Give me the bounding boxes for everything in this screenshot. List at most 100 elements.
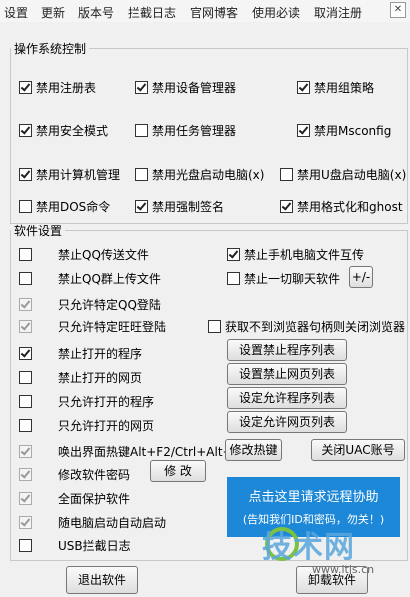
os-checkbox-2[interactable]: 禁用组策略 (297, 79, 374, 96)
checkbox-empty-icon[interactable] (208, 320, 221, 333)
set-allow-programs-button[interactable]: 设定允许程序列表 (227, 387, 347, 409)
sw-checkbox-label: 全面保护软件 (58, 492, 131, 506)
checkbox-empty-icon[interactable] (19, 395, 32, 408)
close-icon[interactable]: ✕ (390, 2, 406, 18)
os-checkbox-label: 禁用计算机管理 (36, 168, 121, 182)
sw-checkbox-13: 全面保护软件 (19, 490, 130, 507)
checkbox-checked-icon[interactable] (297, 124, 310, 137)
sw-checkbox-9[interactable]: 只允许打开的程序 (19, 393, 154, 410)
os-checkbox-label: 禁用Msconfig (314, 124, 392, 138)
menu-unregister[interactable]: 取消注册 (314, 4, 362, 21)
os-checkbox-4[interactable]: 禁用任务管理器 (135, 122, 236, 139)
checkbox-empty-icon[interactable] (19, 248, 32, 261)
menu-bar: 设置 更新 版本号 拦截日志 官网博客 使用必读 取消注册 ✕ (0, 0, 410, 22)
checkbox-checked-icon (19, 445, 32, 458)
sw-checkbox-label: 禁止打开的网页 (58, 371, 143, 385)
os-checkbox-11[interactable]: 禁用格式化和ghost (280, 198, 403, 215)
checkbox-checked-icon[interactable] (19, 81, 32, 94)
sw-checkbox-7[interactable]: 禁止打开的程序 (19, 345, 142, 362)
sw-checkbox-1[interactable]: 禁止手机电脑文件互传 (227, 246, 364, 263)
os-checkbox-label: 禁用DOS命令 (36, 200, 111, 214)
checkbox-empty-icon[interactable] (19, 539, 32, 552)
os-checkbox-7[interactable]: 禁用光盘启动电脑(x) (135, 166, 264, 183)
sw-checkbox-14: 随电脑启动自动启动 (19, 514, 166, 531)
sw-checkbox-10[interactable]: 只允许打开的网页 (19, 417, 154, 434)
sw-checkbox-label: 随电脑启动自动启动 (58, 516, 167, 530)
sw-checkbox-4: 只允许特定QQ登陆 (19, 296, 161, 313)
checkbox-empty-icon[interactable] (227, 272, 240, 285)
menu-intercept-log[interactable]: 拦截日志 (128, 4, 176, 21)
sw-checkbox-label: 只允许打开的网页 (58, 419, 155, 433)
checkbox-checked-icon (19, 320, 32, 333)
checkbox-empty-icon[interactable] (135, 168, 148, 181)
sw-checkbox-label: 只允许打开的程序 (58, 395, 155, 409)
set-block-pages-button[interactable]: 设置禁止网页列表 (227, 363, 347, 385)
os-checkbox-label: 禁用任务管理器 (152, 124, 237, 138)
checkbox-empty-icon[interactable] (280, 168, 293, 181)
checkbox-empty-icon[interactable] (135, 124, 148, 137)
checkbox-empty-icon[interactable] (19, 419, 32, 432)
checkbox-checked-icon[interactable] (135, 81, 148, 94)
sw-checkbox-label: 修改软件密码 (58, 468, 131, 482)
sw-checkbox-label: 只允许特定QQ登陆 (58, 298, 161, 312)
os-checkbox-10[interactable]: 禁用强制签名 (135, 198, 224, 215)
software-settings-title: 软件设置 (14, 224, 63, 238)
sw-checkbox-label: 禁止QQ群上传文件 (58, 272, 161, 286)
checkbox-checked-icon (19, 516, 32, 529)
menu-settings[interactable]: 设置 (4, 4, 28, 21)
sw-checkbox-12: 修改软件密码 (19, 466, 130, 483)
close-uac-button[interactable]: 关闭UAC账号 (311, 439, 405, 461)
set-block-programs-button[interactable]: 设置禁止程序列表 (227, 339, 347, 361)
os-checkbox-label: 禁用组策略 (314, 81, 375, 95)
os-checkbox-3[interactable]: 禁用安全模式 (19, 122, 108, 139)
promo-line1: 点击这里请求远程协助 (248, 490, 379, 505)
sw-checkbox-2[interactable]: 禁止QQ群上传文件 (19, 270, 161, 287)
os-checkbox-label: 禁用设备管理器 (152, 81, 237, 95)
os-checkbox-5[interactable]: 禁用Msconfig (297, 122, 391, 139)
checkbox-checked-icon[interactable] (227, 248, 240, 261)
sw-checkbox-label: 禁止手机电脑文件互传 (244, 248, 365, 262)
modify-password-button[interactable]: 修 改 (150, 460, 206, 482)
sw-checkbox-3[interactable]: 禁止一切聊天软件 (227, 270, 340, 287)
os-control-title: 操作系统控制 (14, 42, 87, 56)
os-checkbox-label: 禁用格式化和ghost (297, 200, 403, 214)
os-checkbox-9[interactable]: 禁用DOS命令 (19, 198, 110, 215)
os-checkbox-0[interactable]: 禁用注册表 (19, 79, 96, 96)
checkbox-checked-icon[interactable] (135, 200, 148, 213)
checkbox-empty-icon[interactable] (19, 272, 32, 285)
checkbox-empty-icon[interactable] (19, 200, 32, 213)
checkbox-checked-icon[interactable] (280, 200, 293, 213)
sw-checkbox-8[interactable]: 禁止打开的网页 (19, 369, 142, 386)
menu-version[interactable]: 版本号 (78, 4, 114, 21)
checkbox-checked-icon[interactable] (297, 81, 310, 94)
sw-checkbox-label: 获取不到浏览器句柄则关闭浏览器 (225, 320, 406, 334)
set-allow-pages-button[interactable]: 设定允许网页列表 (227, 411, 347, 433)
plus-minus-button[interactable]: +/- (349, 266, 373, 288)
sw-checkbox-0[interactable]: 禁止QQ传送文件 (19, 246, 149, 263)
menu-update[interactable]: 更新 (41, 4, 65, 21)
os-checkbox-6[interactable]: 禁用计算机管理 (19, 166, 120, 183)
sw-checkbox-6[interactable]: 获取不到浏览器句柄则关闭浏览器 (208, 318, 405, 335)
sw-checkbox-label: 只允许特定旺旺登陆 (58, 320, 167, 334)
menu-official-blog[interactable]: 官网博客 (190, 4, 238, 21)
sw-checkbox-label: 禁止打开的程序 (58, 347, 143, 361)
menu-must-read[interactable]: 使用必读 (252, 4, 300, 21)
os-checkbox-8[interactable]: 禁用U盘启动电脑(x) (280, 166, 406, 183)
sw-checkbox-11: 唤出界面热键Alt+F2/Ctrl+Alt+2 (19, 443, 240, 460)
checkbox-checked-icon[interactable] (19, 168, 32, 181)
os-checkbox-label: 禁用U盘启动电脑(x) (297, 168, 407, 182)
sw-checkbox-15[interactable]: USB拦截日志 (19, 537, 131, 554)
sw-checkbox-label: 禁止一切聊天软件 (244, 272, 341, 286)
checkbox-checked-icon[interactable] (19, 124, 32, 137)
sw-checkbox-label: 禁止QQ传送文件 (58, 248, 149, 262)
watermark-text: 技术网 (262, 530, 355, 565)
watermark-url: www.itjs.cn (312, 563, 375, 576)
modify-hotkey-button[interactable]: 修改热键 (225, 439, 282, 461)
os-checkbox-label: 禁用注册表 (36, 81, 97, 95)
exit-button[interactable]: 退出软件 (66, 566, 138, 594)
checkbox-checked-icon (19, 298, 32, 311)
os-checkbox-label: 禁用强制签名 (152, 200, 225, 214)
checkbox-checked-icon[interactable] (19, 347, 32, 360)
checkbox-empty-icon[interactable] (19, 371, 32, 384)
os-checkbox-1[interactable]: 禁用设备管理器 (135, 79, 236, 96)
